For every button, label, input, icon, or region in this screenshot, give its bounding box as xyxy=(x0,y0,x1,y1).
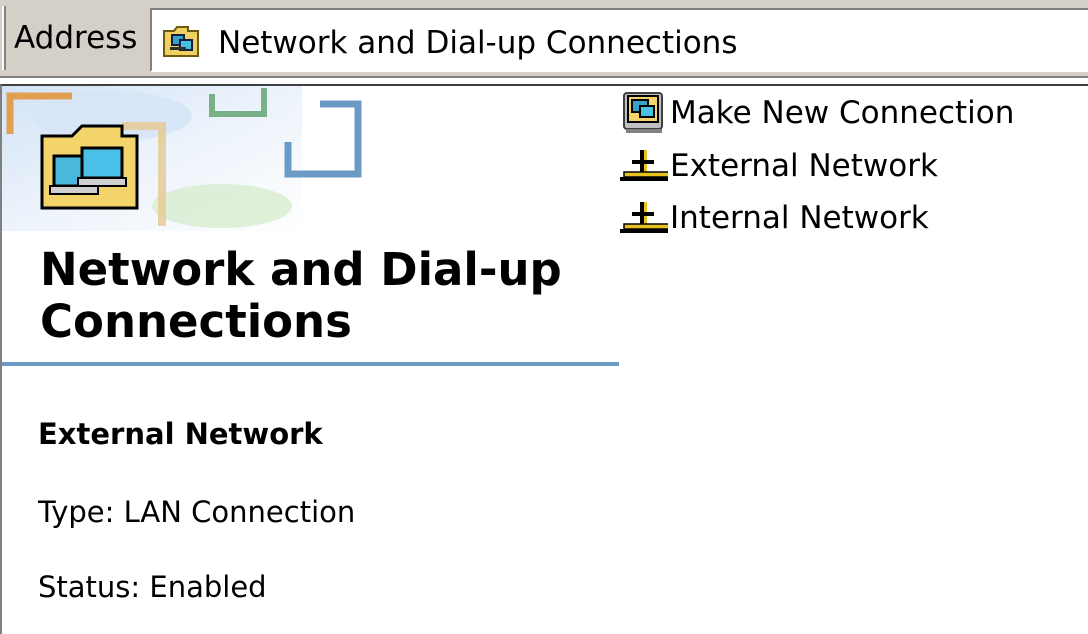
network-connections-folder-icon xyxy=(40,124,139,210)
list-item-internal-network[interactable]: Internal Network xyxy=(620,195,929,241)
lan-connection-icon xyxy=(620,202,668,233)
address-label: Address xyxy=(14,20,138,56)
webview-banner xyxy=(2,86,362,231)
list-item-label: Make New Connection xyxy=(670,95,1015,131)
selected-item-status: Status: Enabled xyxy=(38,570,267,604)
list-item-label: Internal Network xyxy=(670,200,929,236)
selected-item-name: External Network xyxy=(38,417,323,451)
list-item-external-network[interactable]: External Network xyxy=(620,143,938,189)
list-item-label: External Network xyxy=(670,148,938,184)
address-path: Network and Dial-up Connections xyxy=(218,25,738,61)
page-title: Network and Dial-up Connections xyxy=(40,243,562,348)
make-new-connection-icon xyxy=(623,92,663,133)
address-field[interactable]: Network and Dial-up Connections xyxy=(150,8,1088,72)
title-divider xyxy=(2,362,619,366)
address-bar: Address Network and Dial-up Connections xyxy=(0,0,1088,78)
lan-connection-icon xyxy=(620,150,668,181)
toolbar-grip[interactable] xyxy=(2,6,6,70)
network-folder-icon xyxy=(163,26,199,57)
list-item-make-new-connection[interactable]: Make New Connection xyxy=(620,90,1014,136)
selected-item-type: Type: LAN Connection xyxy=(38,495,356,529)
